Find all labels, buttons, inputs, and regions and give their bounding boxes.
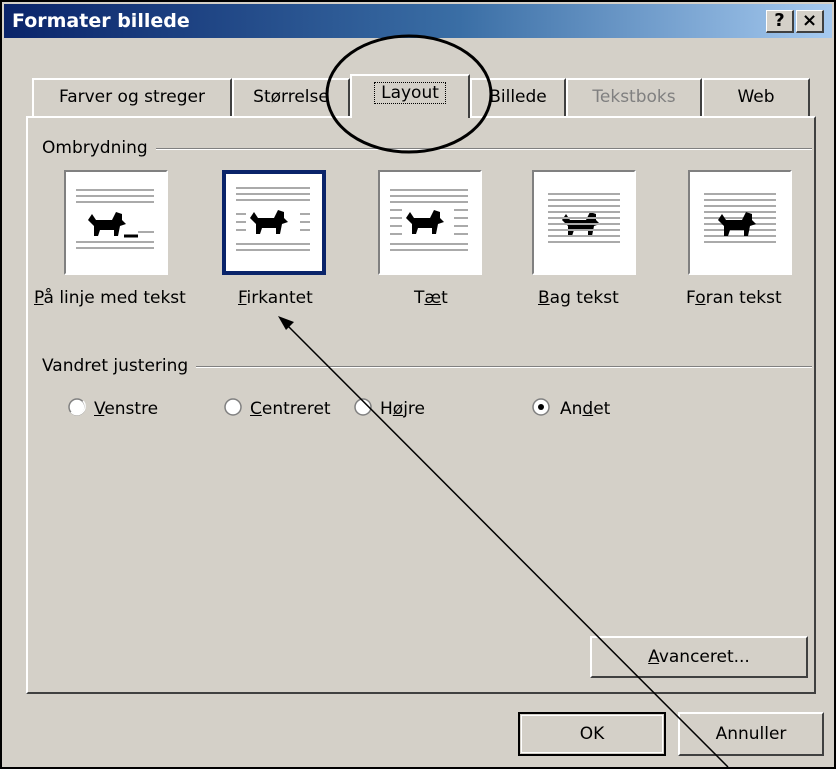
tab-stoerrelse[interactable]: Størrelse [232,78,350,116]
tab-farver-og-streger[interactable]: Farver og streger [32,78,232,116]
window-title: Formater billede [12,10,190,32]
tab-label: Billede [489,87,547,107]
close-button[interactable]: × [796,10,824,33]
advanced-button[interactable]: Avanceret... [590,636,808,678]
tab-tekstboks[interactable]: Tekstboks [566,78,702,116]
cancel-button[interactable]: Annuller [678,712,824,756]
tab-label: Web [737,87,775,107]
help-button[interactable]: ? [766,10,794,33]
tab-web[interactable]: Web [702,78,810,116]
tab-label: Tekstboks [592,87,676,107]
layout-panel [26,116,816,694]
tab-billede[interactable]: Billede [470,78,566,116]
tab-label: Layout [374,82,446,104]
tab-label: Farver og streger [59,87,205,107]
tab-layout[interactable]: Layout [350,74,470,118]
title-bar[interactable]: Formater billede ? × [4,4,832,38]
dialog-window: Formater billede ? × Farver og streger S… [0,0,836,769]
tab-label: Størrelse [253,87,329,107]
ok-button[interactable]: OK [518,712,666,756]
